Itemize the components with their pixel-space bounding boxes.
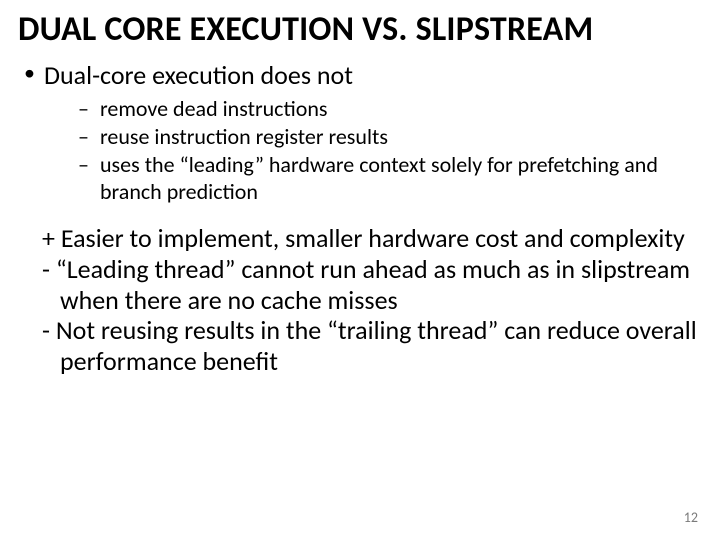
slide-title: DUAL CORE EXECUTION VS. SLIPSTREAM: [18, 10, 702, 49]
slide: DUAL CORE EXECUTION VS. SLIPSTREAM Dual-…: [0, 0, 720, 540]
sub-bullet-item: uses the “leading” hardware context sole…: [44, 152, 702, 205]
pros-cons-block: + Easier to implement, smaller hardware …: [18, 223, 702, 376]
bullet-list-level2: remove dead instructions reuse instructi…: [44, 96, 702, 206]
pro-con-item: - “Leading thread” cannot run ahead as m…: [18, 254, 702, 315]
bullet-item: Dual-core execution does not remove dead…: [18, 59, 702, 205]
sub-bullet-item: reuse instruction register results: [44, 124, 702, 150]
pro-con-item: - Not reusing results in the “trailing t…: [18, 315, 702, 376]
sub-bullet-item: remove dead instructions: [44, 96, 702, 122]
bullet-list-level1: Dual-core execution does not remove dead…: [18, 59, 702, 205]
page-number: 12: [684, 509, 698, 526]
pro-con-item: + Easier to implement, smaller hardware …: [18, 223, 702, 254]
bullet-text: Dual-core execution does not: [44, 59, 353, 91]
